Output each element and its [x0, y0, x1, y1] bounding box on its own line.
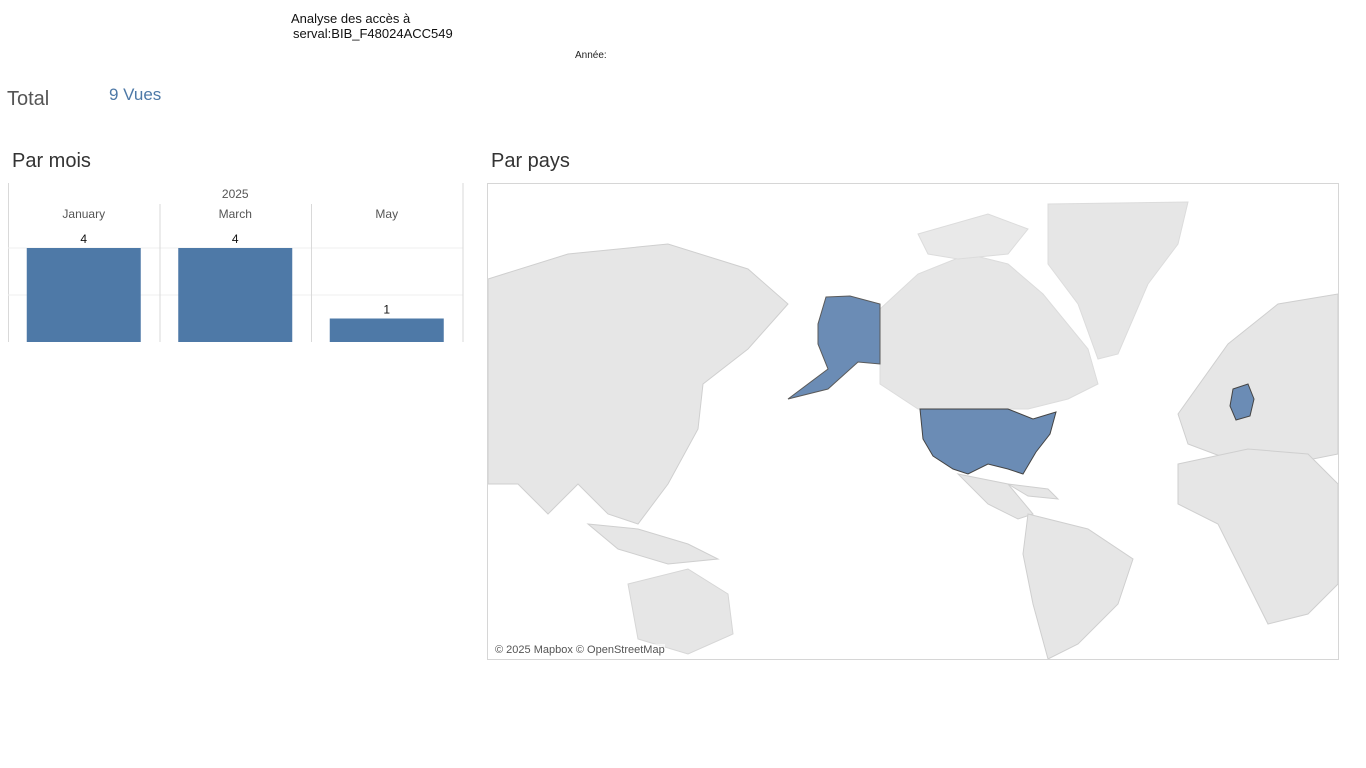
chart-bar[interactable]: [26, 248, 141, 342]
by-month-title: Par mois: [12, 150, 91, 172]
chart-category-label: May: [375, 207, 398, 221]
chart-bar[interactable]: [178, 248, 293, 342]
chart-data-label: 1: [383, 303, 390, 317]
world-map-svg[interactable]: [488, 184, 1338, 659]
country-map[interactable]: © 2025 Mapbox © OpenStreetMap: [487, 183, 1339, 660]
map-land-australia: [627, 568, 734, 655]
map-land-arctic-islands: [917, 213, 1029, 260]
by-country-title: Par pays: [491, 150, 570, 172]
map-country-united-states[interactable]: [919, 408, 1057, 475]
chart-category-label: January: [62, 207, 105, 221]
map-country-germany[interactable]: [1229, 383, 1255, 421]
chart-data-label: 4: [232, 232, 239, 246]
year-filter-label: Année:: [575, 50, 607, 61]
map-land-south-america: [1022, 513, 1134, 659]
title-line-1: Analyse des accès à: [291, 11, 411, 26]
map-attribution: © 2025 Mapbox © OpenStreetMap: [495, 644, 665, 656]
map-land-indonesia: [586, 523, 720, 565]
chart-category-label: March: [219, 207, 252, 221]
chart-group-header: 2025: [222, 187, 249, 201]
chart-data-label: 4: [80, 232, 87, 246]
monthly-views-bar-chart: 2025 January 4 March 4 May 1: [8, 183, 464, 343]
map-country-alaska[interactable]: [787, 295, 881, 400]
total-views-value: 9 Vues: [109, 85, 162, 104]
map-land-central-america: [956, 473, 1034, 520]
map-land-europe: [1177, 293, 1338, 465]
title-line-2: serval:BIB_F48024ACC549: [293, 26, 453, 41]
total-label: Total: [7, 88, 50, 110]
chart-bar[interactable]: [329, 318, 444, 343]
map-land-africa: [1177, 448, 1338, 625]
page-title: Analyse des accès à serval:BIB_F48024ACC…: [291, 11, 453, 41]
map-land-asia: [488, 243, 789, 525]
